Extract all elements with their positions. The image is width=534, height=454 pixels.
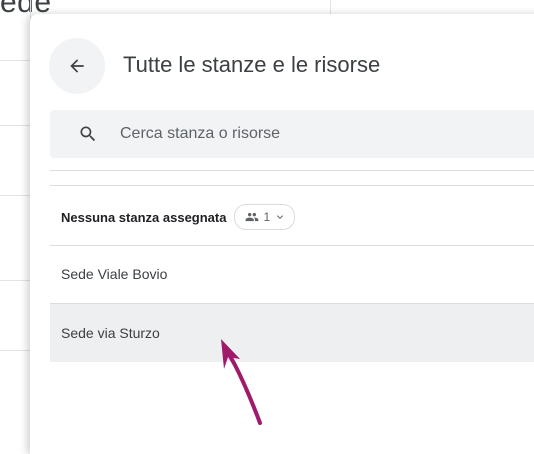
room-item-viale-bovio[interactable]: Sede Viale Bovio [50,245,534,303]
attendee-count: 1 [263,210,271,224]
group-header-label: Nessuna stanza assegnata [61,209,227,225]
arrow-left-icon [70,59,84,73]
grid-line [0,280,30,281]
room-item-label: Sede Viale Bovio [61,266,168,282]
rooms-panel: Tutte le stanze e le risorse Cerca stanz… [30,14,534,454]
room-item-label: Sede via Sturzo [61,325,160,341]
attendee-count-chip[interactable]: 1 [234,204,296,230]
group-header-unassigned: Nessuna stanza assegnata 1 [50,188,534,246]
divider [50,185,534,186]
people-icon [246,212,259,222]
grid-line [0,60,30,61]
search-placeholder: Cerca stanza o risorse [120,125,281,142]
search-field[interactable]: Cerca stanza o risorse [50,110,534,158]
search-icon [78,124,98,144]
annotation-arrow [221,339,262,425]
grid-line [0,195,30,196]
chevron-down-icon [277,215,284,219]
room-item-via-sturzo[interactable]: Sede via Sturzo [50,304,534,362]
grid-line [0,125,30,126]
panel-title: Tutte le stanze e le risorse [123,52,381,77]
grid-line [330,0,331,14]
back-button[interactable] [49,38,105,94]
divider [50,170,534,171]
grid-line [0,350,30,351]
